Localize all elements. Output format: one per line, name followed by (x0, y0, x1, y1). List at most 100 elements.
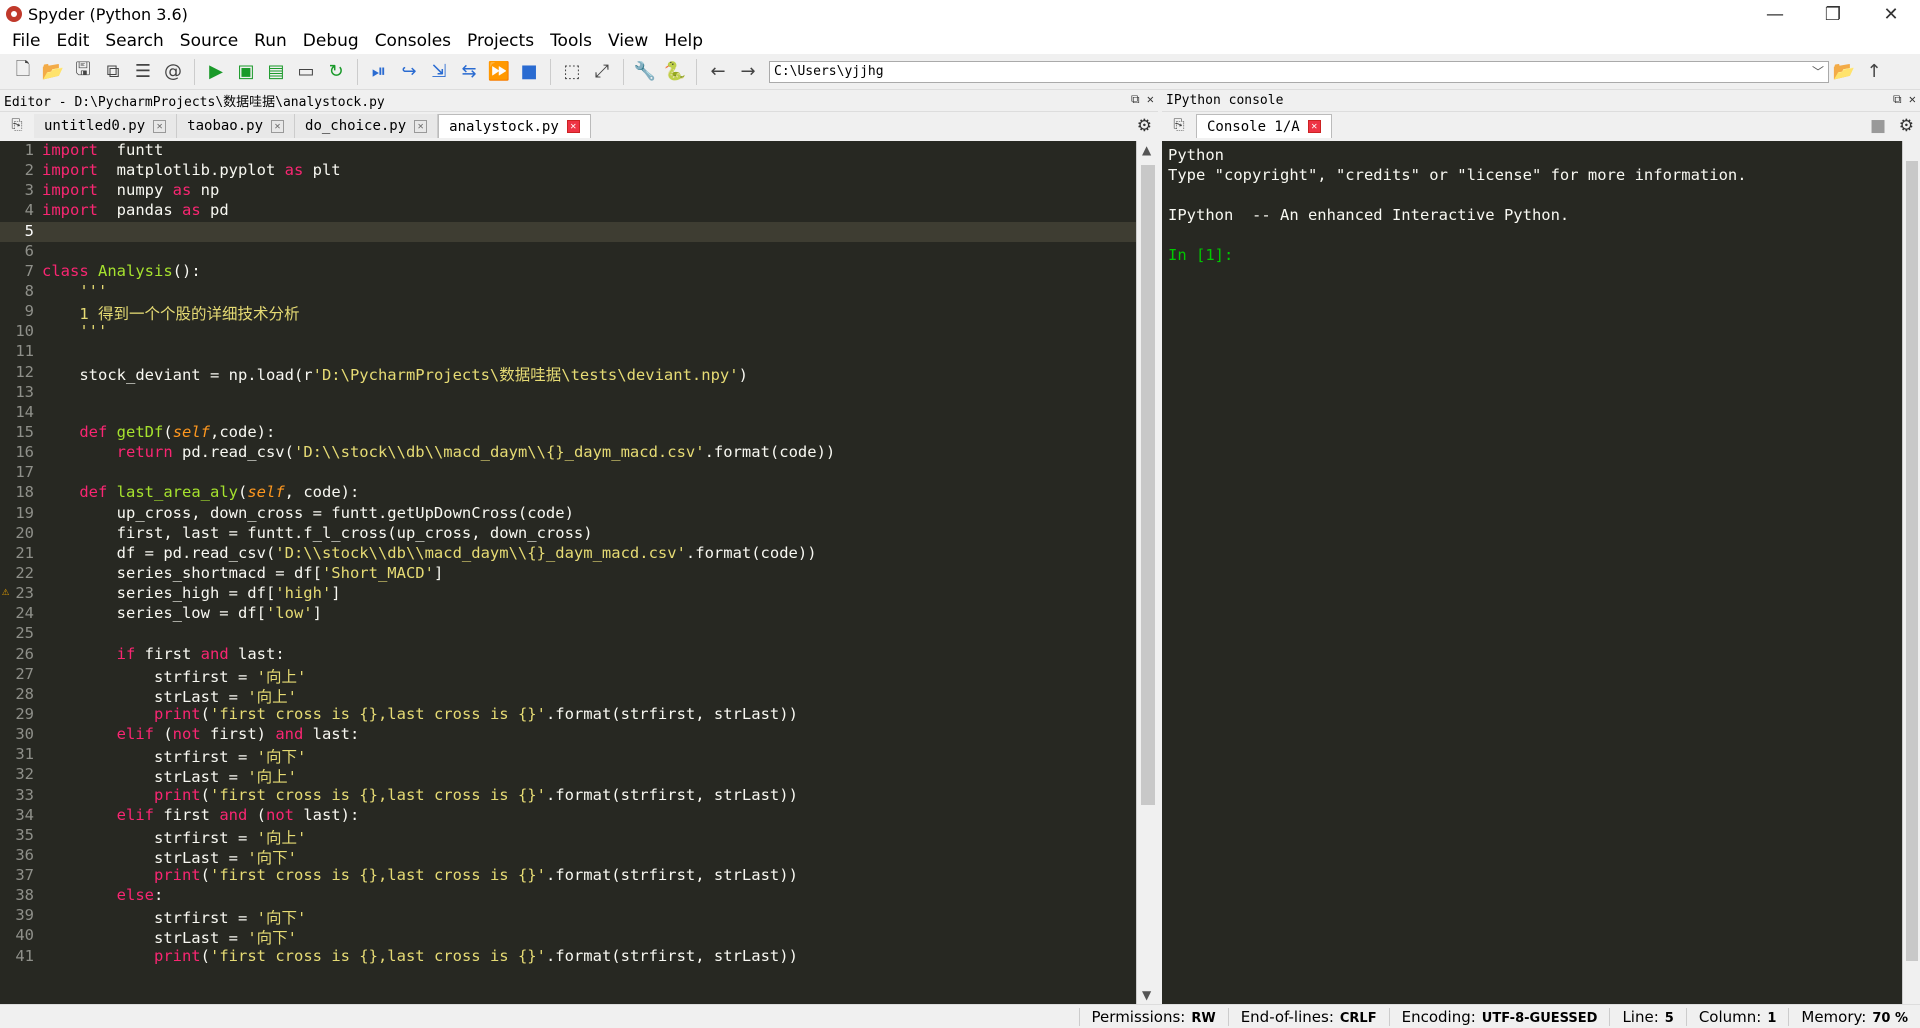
close-tab-icon[interactable]: ✕ (271, 119, 285, 133)
fullscreen-icon[interactable]: ⤢ (587, 57, 617, 87)
code-line[interactable]: 16 return pd.read_csv('D:\\stock\\db\\ma… (0, 443, 1136, 463)
code-line[interactable]: 27 strfirst = '向上' (0, 665, 1136, 686)
forward-arrow-icon[interactable]: → (733, 57, 763, 87)
code-line[interactable]: 11 (0, 342, 1136, 362)
close-window-button[interactable]: ✕ (1862, 0, 1920, 28)
rerun-icon[interactable]: ↻ (321, 57, 351, 87)
code-line[interactable]: 25 (0, 624, 1136, 644)
code-line[interactable]: 37 print('first cross is {},last cross i… (0, 866, 1136, 886)
close-tab-icon[interactable]: ✕ (153, 119, 167, 133)
step-icon[interactable]: ↪ (394, 57, 424, 87)
tab-analystock[interactable]: analystock.py ✕ (438, 114, 591, 138)
code-line[interactable]: 17 (0, 463, 1136, 483)
code-line[interactable]: 14 (0, 403, 1136, 423)
code-line[interactable]: 24 series_low = df['low'] (0, 604, 1136, 624)
step-into-icon[interactable]: ⇲ (424, 57, 454, 87)
continue-icon[interactable]: ⏩ (484, 57, 514, 87)
code-line[interactable]: 9 1 得到一个个股的详细技术分析 (0, 302, 1136, 323)
chevron-down-icon[interactable]: ﹀ (1812, 63, 1824, 80)
browse-tabs-icon[interactable]: ⎘ (0, 112, 34, 138)
stop-debug-icon[interactable]: ■ (514, 57, 544, 87)
debug-icon[interactable]: ⏯ (364, 57, 394, 87)
pane-undock-close-icon[interactable]: ⧉ ✕ (1893, 92, 1916, 107)
code-line[interactable]: 5 (0, 221, 1136, 242)
code-line[interactable]: 40 strLast = '向下' (0, 926, 1136, 947)
save-all-icon[interactable]: ⧉ (98, 57, 128, 87)
preferences-wrench-icon[interactable]: 🔧 (630, 57, 660, 87)
gear-icon[interactable]: ⚙ (1137, 116, 1152, 136)
code-line[interactable]: 26 if first and last: (0, 645, 1136, 665)
browse-folder-icon[interactable]: 📂 (1829, 57, 1859, 87)
menu-tools[interactable]: Tools (542, 31, 600, 51)
code-line[interactable]: 13 (0, 383, 1136, 403)
run-file-icon[interactable]: ▶ (201, 57, 231, 87)
tab-do-choice[interactable]: do_choice.py ✕ (295, 114, 439, 138)
menu-edit[interactable]: Edit (48, 31, 97, 51)
run-cell-icon[interactable]: ▣ (231, 57, 261, 87)
code-line[interactable]: 7 class Analysis(): (0, 262, 1136, 282)
code-line[interactable]: 32 strLast = '向上' (0, 765, 1136, 786)
new-file-icon[interactable]: 🗋 (8, 57, 38, 87)
step-return-icon[interactable]: ⇆ (454, 57, 484, 87)
code-line[interactable]: 10 ''' (0, 322, 1136, 342)
code-line[interactable]: 33 print('first cross is {},last cross i… (0, 786, 1136, 806)
python-path-icon[interactable]: 🐍 (660, 57, 690, 87)
run-cell-advance-icon[interactable]: ▤ (261, 57, 291, 87)
menu-help[interactable]: Help (656, 31, 711, 51)
code-line[interactable]: 6 (0, 242, 1136, 262)
ipython-console[interactable]: Python Type "copyright", "credits" or "l… (1162, 141, 1902, 1004)
list-icon[interactable]: ☰ (128, 57, 158, 87)
code-line[interactable]: 12 stock_deviant = np.load(r'D:\PycharmP… (0, 363, 1136, 384)
code-line[interactable]: 21 df = pd.read_csv('D:\\stock\\db\\macd… (0, 544, 1136, 564)
menu-view[interactable]: View (600, 31, 656, 51)
save-file-icon[interactable]: 🖫 (68, 57, 98, 87)
browse-tabs-icon[interactable]: ⎘ (1162, 112, 1196, 138)
open-file-icon[interactable]: 📂 (38, 57, 68, 87)
code-line[interactable]: 29 print('first cross is {},last cross i… (0, 705, 1136, 725)
tab-console-1[interactable]: Console 1/A ✕ (1196, 114, 1332, 138)
menu-source[interactable]: Source (172, 31, 246, 51)
editor-scrollbar[interactable]: ▲ ▼ (1136, 141, 1158, 1004)
code-line[interactable]: 2 import matplotlib.pyplot as plt (0, 161, 1136, 181)
scroll-up-icon[interactable]: ▲ (1142, 143, 1151, 157)
scrollbar-thumb[interactable] (1141, 165, 1155, 805)
menu-consoles[interactable]: Consoles (367, 31, 459, 51)
working-directory-input[interactable]: C:\Users\yjjhg ﹀ (769, 60, 1829, 83)
code-line[interactable]: 39 strfirst = '向下' (0, 906, 1136, 927)
menu-debug[interactable]: Debug (295, 31, 367, 51)
pane-undock-close-icon[interactable]: ⧉ ✕ (1131, 92, 1154, 107)
code-line[interactable]: 35 strfirst = '向上' (0, 826, 1136, 847)
run-selection-icon[interactable]: ▭ (291, 57, 321, 87)
code-line[interactable]: 18 def last_area_aly(self, code): (0, 483, 1136, 503)
code-line[interactable]: 30 elif (not first) and last: (0, 725, 1136, 745)
code-line[interactable]: 28 strLast = '向上' (0, 685, 1136, 706)
tab-untitled0[interactable]: untitled0.py ✕ (34, 114, 178, 138)
at-sign-icon[interactable]: @ (158, 57, 188, 87)
maximize-pane-icon[interactable]: ⬚ (557, 57, 587, 87)
code-line[interactable]: 3 import numpy as np (0, 181, 1136, 201)
code-line[interactable]: 4 import pandas as pd (0, 201, 1136, 221)
scroll-down-icon[interactable]: ▼ (1142, 988, 1151, 1002)
code-line[interactable]: 1 import funtt (0, 141, 1136, 161)
warning-icon[interactable]: ⚠ (2, 584, 9, 598)
menu-run[interactable]: Run (246, 31, 295, 51)
tab-taobao[interactable]: taobao.py ✕ (177, 114, 296, 138)
menu-projects[interactable]: Projects (459, 31, 542, 51)
console-scrollbar[interactable] (1902, 141, 1920, 1004)
code-editor[interactable]: 1 import funtt 2 import matplotlib.pyplot a… (0, 141, 1136, 1004)
code-line[interactable]: 41 print('first cross is {},last cross i… (0, 947, 1136, 967)
minimize-button[interactable]: — (1746, 0, 1804, 28)
close-tab-icon[interactable]: ✕ (1307, 120, 1321, 133)
back-arrow-icon[interactable]: ← (703, 57, 733, 87)
close-tab-icon[interactable]: ✕ (414, 119, 428, 133)
close-tab-icon[interactable]: ✕ (566, 120, 580, 133)
code-line[interactable]: 23 series_high = df['high'] ⚠ (0, 584, 1136, 604)
restore-button[interactable]: ❐ (1804, 0, 1862, 28)
code-line[interactable]: 22 series_shortmacd = df['Short_MACD'] (0, 564, 1136, 584)
code-line[interactable]: 19 up_cross, down_cross = funtt.getUpDow… (0, 504, 1136, 524)
code-line[interactable]: 34 elif first and (not last): (0, 806, 1136, 826)
code-line[interactable]: 36 strLast = '向下' (0, 846, 1136, 867)
code-line[interactable]: 38 else: (0, 886, 1136, 906)
code-line[interactable]: 31 strfirst = '向下' (0, 745, 1136, 766)
stop-console-icon[interactable]: ■ (1870, 116, 1886, 136)
